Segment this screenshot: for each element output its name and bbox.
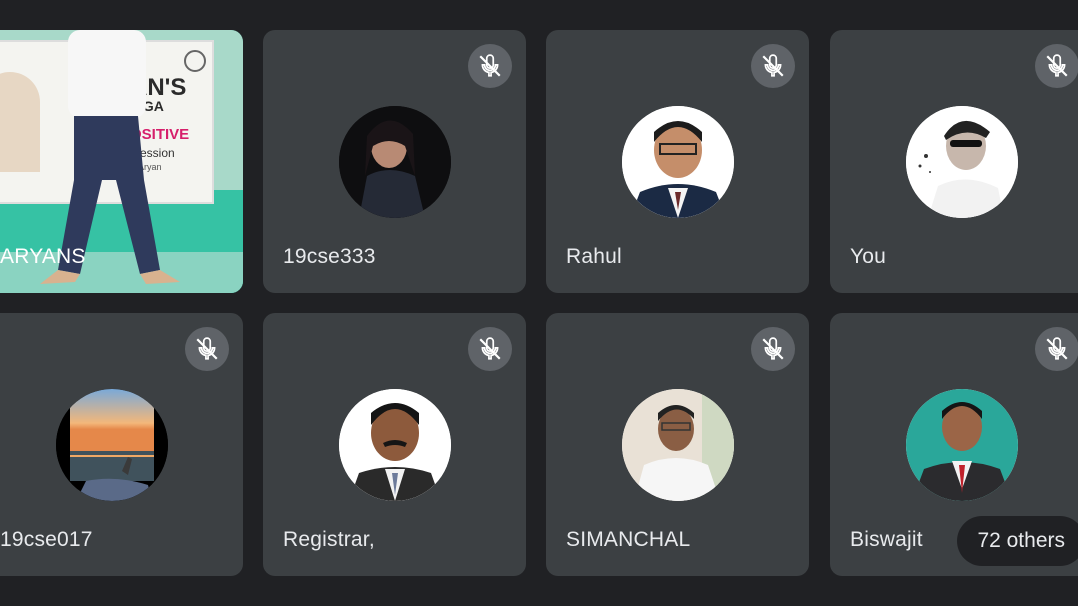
mic-off-icon xyxy=(1035,44,1078,88)
avatar-man-in-suit xyxy=(622,106,734,218)
avatar-man-white-shirt xyxy=(622,389,734,501)
avatar-image xyxy=(622,389,734,501)
avatar-sunset-sea xyxy=(56,389,168,501)
avatar-image xyxy=(339,389,451,501)
participant-name: 19cse017 xyxy=(0,528,93,551)
avatar-man-with-moustache xyxy=(339,389,451,501)
avatar-girl-photo xyxy=(339,106,451,218)
mic-off-icon xyxy=(751,44,795,88)
avatar-image xyxy=(906,389,1018,501)
avatar-image xyxy=(339,106,451,218)
avatar-image xyxy=(622,106,734,218)
participant-name: Registrar, xyxy=(283,528,375,551)
participant-name: Rahul xyxy=(566,245,622,268)
participant-name: SIMANCHAL xyxy=(566,528,691,551)
others-count-button[interactable]: 72 others xyxy=(957,516,1078,566)
mic-off-icon xyxy=(468,44,512,88)
participant-name: Biswajit xyxy=(850,528,923,551)
participant-name: You xyxy=(850,245,887,268)
participant-tile[interactable]: SIMANCHAL xyxy=(546,313,809,576)
participant-tile[interactable]: Rahul xyxy=(546,30,809,293)
mic-off-icon xyxy=(185,327,229,371)
mic-off-icon xyxy=(1035,327,1078,371)
participant-tile[interactable]: Biswajit 72 others xyxy=(830,313,1078,576)
mic-off-icon xyxy=(751,327,795,371)
participant-tile[interactable]: Registrar, xyxy=(263,313,526,576)
participant-tile[interactable]: You xyxy=(830,30,1078,293)
avatar-young-man-sunglasses xyxy=(906,106,1018,218)
participant-name: ARYANS xyxy=(0,245,86,268)
avatar-image xyxy=(56,389,168,501)
avatar-image xyxy=(906,106,1018,218)
participant-tile[interactable]: 19cse017 xyxy=(0,313,243,576)
participant-tile-video[interactable]: AN'S OGA POSITIVE g Session hai Aryan AR… xyxy=(0,30,243,293)
participant-name: 19cse333 xyxy=(283,245,376,268)
mic-off-icon xyxy=(468,327,512,371)
participant-tile[interactable]: 19cse333 xyxy=(263,30,526,293)
avatar-man-red-tie xyxy=(906,389,1018,501)
